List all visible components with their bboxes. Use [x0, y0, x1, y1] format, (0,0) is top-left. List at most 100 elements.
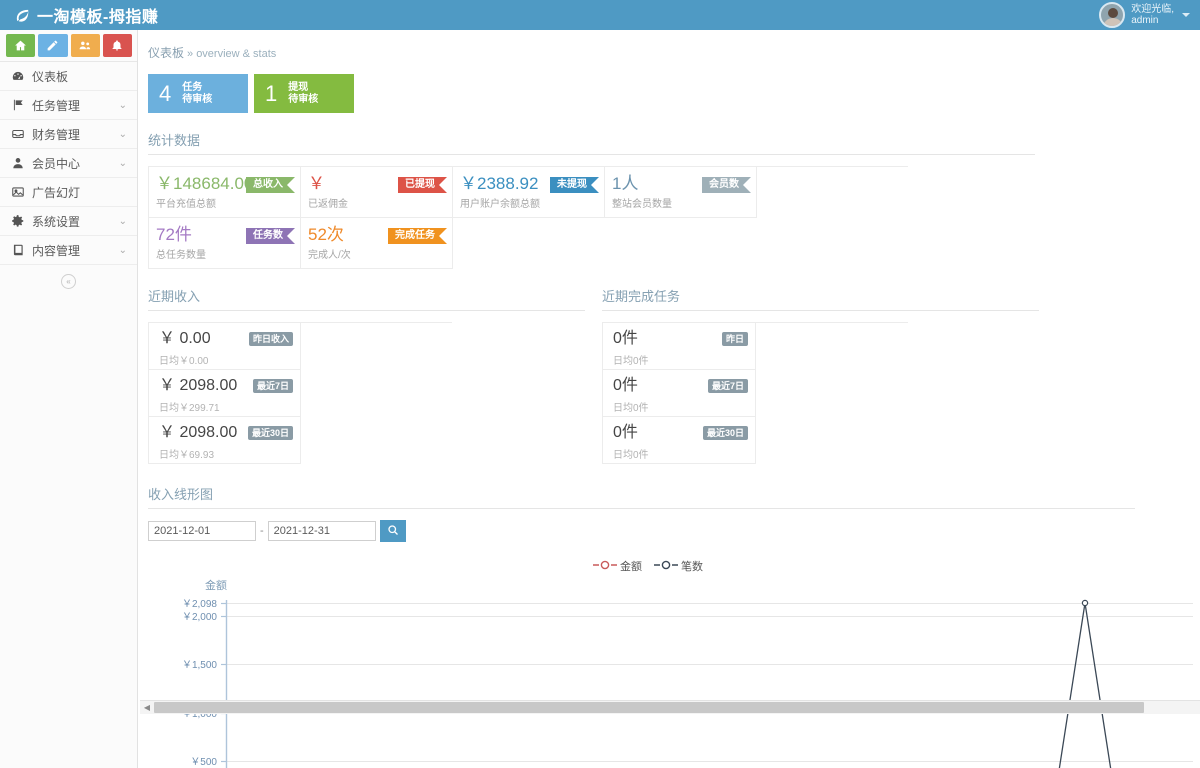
mini-sub: 日均0件	[613, 399, 755, 414]
brand[interactable]: 一淘模板-拇指赚	[0, 3, 158, 27]
sidebar-item-member-center[interactable]: 会员中心 ⌄	[0, 149, 137, 178]
chart-section-title: 收入线形图	[148, 484, 1135, 509]
recent-tasks-section: 近期完成任务 0件 日均0件 昨日 0件 日均0件 最近7日 0件 日均0件	[602, 286, 1039, 464]
chevron-down-icon[interactable]	[1182, 13, 1190, 17]
mini-tag: 昨日	[722, 332, 748, 346]
collapse-sidebar-button[interactable]: «	[61, 274, 76, 289]
sidebar-item-task-management[interactable]: 任务管理 ⌄	[0, 91, 137, 120]
stat-sub: 平台充值总额	[156, 195, 300, 210]
image-icon	[11, 185, 29, 199]
y-tick-label: ￥2,098	[182, 599, 217, 610]
welcome-text: 欢迎光临,	[1131, 4, 1174, 15]
chart-y-axis-label: 金额	[205, 577, 227, 593]
income-cell-yesterday: ￥ 0.00 日均￥0.00 昨日收入	[149, 323, 301, 370]
end-date-input[interactable]	[268, 521, 376, 541]
stat-sub: 完成人/次	[308, 246, 452, 261]
chart-data-point[interactable]	[1082, 600, 1087, 605]
breadcrumb: 仪表板» overview & stats	[139, 30, 1200, 61]
recent-tasks-panel: 近期完成任务 0件 日均0件 昨日 0件 日均0件 最近7日 0件 日均0件	[593, 269, 1047, 464]
sidebar-item-dashboard[interactable]: 仪表板	[0, 62, 137, 91]
inbox-icon	[11, 127, 29, 141]
stat-cell-total-income: ￥148684.00 平台充值总额 总收入	[149, 167, 301, 218]
chart-date-filter: -	[148, 520, 1128, 542]
quick-edit-button[interactable]	[38, 34, 67, 57]
pending-withdraw-box[interactable]: 1 提现 待审核	[254, 74, 354, 113]
stat-cell-withdrawn: ￥ 已返佣金 已提现	[301, 167, 453, 218]
avatar	[1099, 2, 1125, 28]
recent-tasks-title: 近期完成任务	[602, 286, 1039, 311]
mini-tag: 最近30日	[248, 426, 293, 440]
stat-cell-member-count: 1人 整站会员数量 会员数	[605, 167, 757, 218]
legend-marker-icon	[654, 560, 678, 573]
recent-income-grid: ￥ 0.00 日均￥0.00 昨日收入 ￥ 2098.00 日均￥299.71 …	[148, 322, 452, 464]
quick-home-button[interactable]	[6, 34, 35, 57]
leaf-icon	[14, 7, 31, 24]
y-tick-label: ￥2,000	[182, 612, 217, 623]
mini-sub: 日均0件	[613, 446, 755, 461]
mini-sub: 日均0件	[613, 352, 755, 367]
recent-panels: 近期收入 ￥ 0.00 日均￥0.00 昨日收入 ￥ 2098.00 日均￥29…	[139, 269, 1200, 464]
stat-cell-not-withdrawn: ￥2388.92 用户账户余额总额 未提现	[453, 167, 605, 218]
pending-task-status: 待审核	[182, 94, 212, 105]
flag-icon	[11, 98, 29, 112]
mini-sub: 日均￥0.00	[159, 352, 300, 367]
username: admin	[1131, 15, 1174, 26]
chevron-down-icon: ⌄	[119, 129, 127, 140]
sidebar-item-system-settings[interactable]: 系统设置 ⌄	[0, 207, 137, 236]
quick-buttons	[0, 30, 137, 62]
main-content: 仪表板» overview & stats 4 任务 待审核 1 提现 待审核 …	[139, 30, 1200, 768]
quick-bell-button[interactable]	[103, 34, 132, 57]
scroll-left-arrow-icon[interactable]: ◀	[140, 701, 154, 715]
recent-income-title: 近期收入	[148, 286, 585, 311]
legend-item-amount[interactable]: 金额	[593, 558, 642, 574]
pending-withdraw-count: 1	[265, 83, 277, 105]
quick-users-button[interactable]	[71, 34, 100, 57]
recent-tasks-grid: 0件 日均0件 昨日 0件 日均0件 最近7日 0件 日均0件 最近30日	[602, 322, 908, 464]
mini-sub: 日均￥299.71	[159, 399, 300, 414]
horizontal-scrollbar[interactable]: ◀	[140, 700, 1200, 714]
book-icon	[11, 243, 29, 257]
chevron-down-icon: ⌄	[119, 100, 127, 111]
stats-section: 统计数据 ￥148684.00 平台充值总额 总收入 ￥ 已返佣金 已提现 ￥2…	[148, 130, 1035, 269]
income-cell-7day: ￥ 2098.00 日均￥299.71 最近7日	[149, 370, 301, 417]
brand-title: 一淘模板-拇指赚	[37, 3, 158, 27]
breadcrumb-sub: » overview & stats	[184, 48, 276, 60]
sidebar-item-label: 系统设置	[29, 213, 119, 230]
user-menu[interactable]: 欢迎光临, admin	[1099, 2, 1200, 28]
top-bar: 一淘模板-拇指赚 欢迎光临, admin	[0, 0, 1200, 30]
tasks-cell-yesterday: 0件 日均0件 昨日	[603, 323, 756, 370]
chart-legend: 金额 笔数	[148, 558, 1148, 574]
mini-tag: 最近7日	[708, 379, 748, 393]
breadcrumb-current[interactable]: 仪表板	[148, 46, 184, 60]
sidebar-item-content-management[interactable]: 内容管理 ⌄	[0, 236, 137, 265]
mini-tag: 最近7日	[253, 379, 293, 393]
income-cell-30day: ￥ 2098.00 日均￥69.93 最近30日	[149, 417, 301, 464]
stat-sub: 用户账户余额总额	[460, 195, 604, 210]
sidebar-item-label: 内容管理	[29, 242, 119, 259]
pending-task-box[interactable]: 4 任务 待审核	[148, 74, 248, 113]
sidebar-item-label: 广告幻灯	[29, 184, 127, 201]
chevron-down-icon: ⌄	[119, 245, 127, 256]
search-icon	[387, 524, 399, 539]
status-badge: 完成任务	[388, 228, 447, 244]
start-date-input[interactable]	[148, 521, 256, 541]
sidebar-item-label: 仪表板	[29, 68, 127, 85]
pending-withdraw-status: 待审核	[288, 94, 318, 105]
chart-series-line	[1056, 603, 1114, 768]
dashboard-icon	[11, 69, 29, 83]
stat-sub: 总任务数量	[156, 246, 300, 261]
recent-income-panel: 近期收入 ￥ 0.00 日均￥0.00 昨日收入 ￥ 2098.00 日均￥29…	[139, 269, 593, 464]
sidebar-item-finance-management[interactable]: 财务管理 ⌄	[0, 120, 137, 149]
legend-marker-icon	[593, 560, 617, 573]
sidebar-item-ad-slider[interactable]: 广告幻灯	[0, 178, 137, 207]
legend-label: 笔数	[681, 558, 703, 574]
scrollbar-thumb[interactable]	[154, 702, 1144, 713]
legend-item-count[interactable]: 笔数	[654, 558, 703, 574]
pending-task-label: 任务	[182, 82, 212, 93]
search-button[interactable]	[380, 520, 406, 542]
legend-label: 金额	[620, 558, 642, 574]
sidebar: 仪表板 任务管理 ⌄ 财务管理 ⌄ 会员中心 ⌄ 广	[0, 30, 138, 768]
user-icon	[11, 156, 29, 170]
y-tick-label: ￥500	[190, 757, 217, 768]
stats-section-title: 统计数据	[148, 130, 1035, 155]
